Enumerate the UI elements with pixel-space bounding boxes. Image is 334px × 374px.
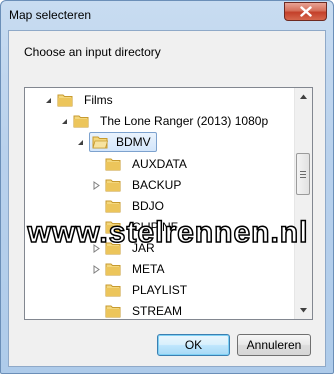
tree-item-label: BACKUP bbox=[132, 178, 182, 192]
close-icon bbox=[299, 6, 312, 17]
dialog-body: Choose an input directory Films The Lone… bbox=[8, 30, 326, 367]
scroll-down-button[interactable] bbox=[295, 302, 312, 319]
folder-icon bbox=[105, 221, 121, 234]
folder-icon bbox=[105, 242, 121, 255]
tree-item-label: BDJO bbox=[132, 199, 165, 213]
tree-item-label: CLIPINF bbox=[132, 220, 179, 234]
folder-open-icon bbox=[92, 136, 108, 149]
tree-item-label: BDMV bbox=[116, 135, 151, 149]
tree-item[interactable]: BACKUP bbox=[92, 175, 187, 195]
folder-icon bbox=[57, 94, 73, 107]
triangle-expanded-icon[interactable] bbox=[60, 117, 69, 126]
triangle-expanded-icon[interactable] bbox=[76, 138, 85, 147]
selection-highlight: BDMV bbox=[89, 132, 157, 152]
folder-icon bbox=[105, 284, 121, 297]
tree-item-label: The Lone Ranger (2013) 1080p bbox=[100, 114, 269, 128]
tree-item-label: META bbox=[132, 262, 165, 276]
tree-item[interactable]: PLAYLIST bbox=[92, 280, 193, 300]
title-bar[interactable]: Map selecteren bbox=[1, 1, 333, 29]
arrow-up-icon bbox=[300, 94, 307, 99]
window-title: Map selecteren bbox=[9, 8, 92, 22]
scroll-up-button[interactable] bbox=[295, 88, 312, 105]
triangle-collapsed-icon[interactable] bbox=[92, 264, 101, 274]
tree-item[interactable]: BDJO bbox=[92, 196, 170, 216]
tree-item[interactable]: AUXDATA bbox=[92, 154, 193, 174]
vertical-scrollbar[interactable] bbox=[294, 88, 312, 319]
tree-item[interactable]: JAR bbox=[92, 238, 161, 258]
folder-icon bbox=[105, 158, 121, 171]
folder-icon bbox=[105, 200, 121, 213]
close-button[interactable] bbox=[284, 2, 327, 21]
dialog-window: Map selecteren Choose an input directory… bbox=[0, 0, 334, 374]
folder-icon bbox=[105, 179, 121, 192]
tree-item-label: Films bbox=[84, 93, 113, 107]
folder-icon bbox=[105, 305, 121, 318]
tree-item-selected[interactable]: BDMV bbox=[76, 132, 157, 152]
tree-item-label: AUXDATA bbox=[132, 157, 187, 171]
tree-item-label: PLAYLIST bbox=[132, 283, 188, 297]
folder-icon bbox=[105, 263, 121, 276]
triangle-expanded-icon[interactable] bbox=[44, 96, 53, 105]
tree-item[interactable]: The Lone Ranger (2013) 1080p bbox=[60, 111, 274, 131]
prompt-label: Choose an input directory bbox=[24, 45, 161, 59]
arrow-down-icon bbox=[300, 308, 307, 313]
triangle-collapsed-icon[interactable] bbox=[92, 180, 101, 190]
triangle-collapsed-icon[interactable] bbox=[92, 243, 101, 253]
cancel-button[interactable]: Annuleren bbox=[237, 334, 311, 356]
tree-item[interactable]: META bbox=[92, 259, 170, 279]
tree-item-label: STREAM bbox=[132, 304, 183, 318]
tree-item[interactable]: CLIPINF bbox=[92, 217, 184, 237]
ok-button[interactable]: OK bbox=[157, 334, 230, 356]
tree-item-label: JAR bbox=[132, 241, 155, 255]
tree-item[interactable]: STREAM bbox=[92, 301, 188, 319]
folder-icon bbox=[73, 115, 89, 128]
scroll-thumb[interactable] bbox=[296, 153, 310, 195]
folder-tree[interactable]: Films The Lone Ranger (2013) 1080p BDMV bbox=[24, 87, 313, 320]
tree-item[interactable]: Films bbox=[44, 90, 119, 110]
